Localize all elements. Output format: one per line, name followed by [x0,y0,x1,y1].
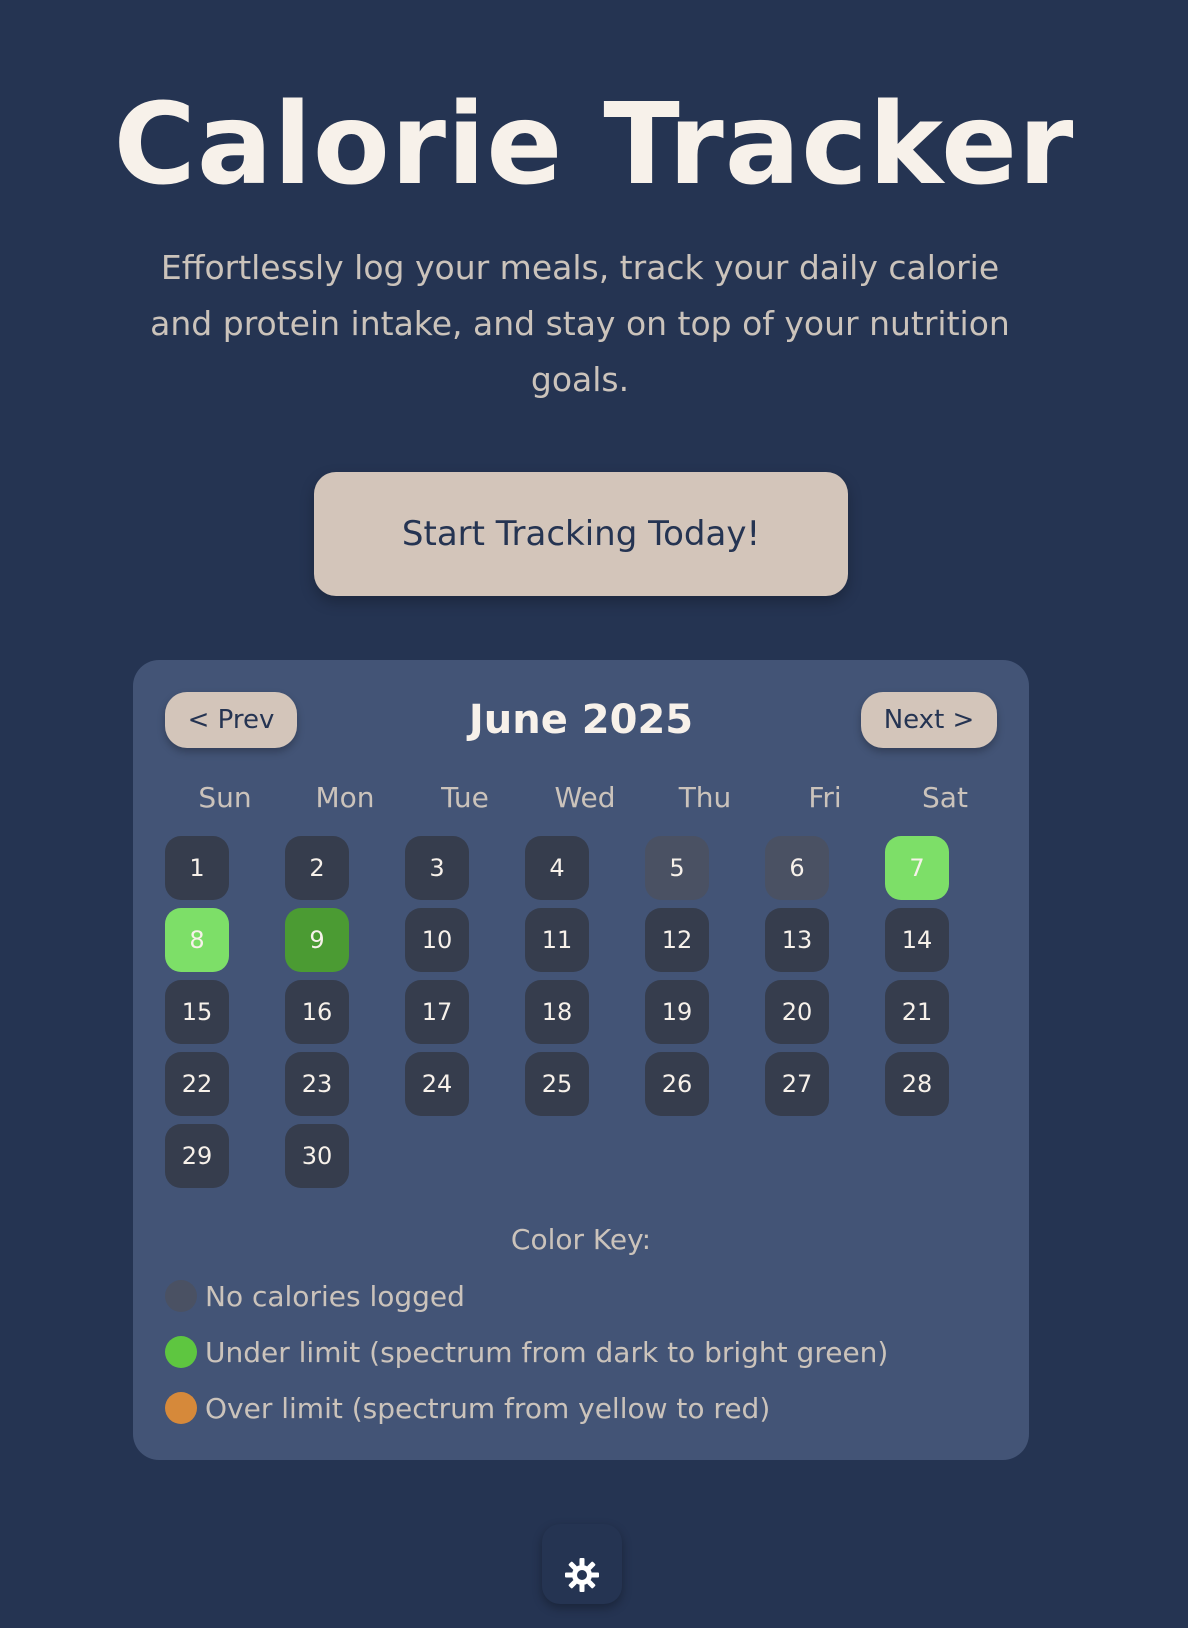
color-key-item: Under limit (spectrum from dark to brigh… [165,1332,888,1372]
legend-swatch-over-limit [165,1392,197,1424]
calendar-card: < Prev June 2025 Next > Sun Mon Tue Wed … [133,660,1029,1460]
calendar-day[interactable]: 11 [525,908,589,972]
calendar-day[interactable]: 2 [285,836,349,900]
weekday-thu: Thu [678,781,732,814]
calendar-day[interactable]: 4 [525,836,589,900]
calendar-day[interactable]: 18 [525,980,589,1044]
weekday-sat: Sat [922,781,968,814]
calendar-day[interactable]: 14 [885,908,949,972]
color-key-item: No calories logged [165,1276,465,1316]
hero-subtitle: Effortlessly log your meals, track your … [150,248,1010,399]
calendar-day[interactable]: 29 [165,1124,229,1188]
calendar-day[interactable]: 7 [885,836,949,900]
calendar-day[interactable]: 25 [525,1052,589,1116]
calendar-day[interactable]: 21 [885,980,949,1044]
calendar-day[interactable]: 16 [285,980,349,1044]
sun-icon [542,1557,622,1593]
legend-swatch-under-limit [165,1336,197,1368]
calendar-day[interactable]: 20 [765,980,829,1044]
weekday-tue: Tue [441,781,489,814]
calendar-day[interactable]: 9 [285,908,349,972]
calendar-day[interactable]: 30 [285,1124,349,1188]
calendar-day[interactable]: 27 [765,1052,829,1116]
calendar-day[interactable]: 17 [405,980,469,1044]
weekday-mon: Mon [315,781,375,814]
calendar-day[interactable]: 5 [645,836,709,900]
next-month-button[interactable]: Next > [861,692,997,748]
calendar-day[interactable]: 3 [405,836,469,900]
color-key-item: Over limit (spectrum from yellow to red) [165,1388,770,1428]
calendar-month-label: June 2025 [468,697,694,743]
calendar-day[interactable]: 28 [885,1052,949,1116]
weekday-sun: Sun [198,781,252,814]
calendar-day[interactable]: 26 [645,1052,709,1116]
calendar-day[interactable]: 13 [765,908,829,972]
color-key-title: Color Key: [510,1223,652,1256]
calendar-day[interactable]: 10 [405,908,469,972]
prev-month-button[interactable]: < Prev [165,692,297,748]
calendar-day[interactable]: 24 [405,1052,469,1116]
calendar-day[interactable]: 15 [165,980,229,1044]
calendar-day[interactable]: 23 [285,1052,349,1116]
legend-label: Under limit (spectrum from dark to brigh… [205,1335,889,1369]
calendar-day[interactable]: 22 [165,1052,229,1116]
weekday-wed: Wed [554,781,616,814]
calendar-day[interactable]: 12 [645,908,709,972]
calendar-day[interactable]: 19 [645,980,709,1044]
page-title: Calorie Tracker [113,80,1075,210]
weekday-fri: Fri [808,781,842,814]
legend-label: No calories logged [205,1279,465,1313]
start-tracking-button[interactable]: Start Tracking Today! [314,472,848,596]
weekday-header-row: Sun Mon Tue Wed Thu Fri Sat [165,778,1005,818]
theme-toggle-button[interactable] [542,1524,622,1604]
calendar-day[interactable]: 1 [165,836,229,900]
legend-label: Over limit (spectrum from yellow to red) [205,1391,771,1425]
calendar-day[interactable]: 6 [765,836,829,900]
legend-swatch-no-calories [165,1280,197,1312]
calendar-day[interactable]: 8 [165,908,229,972]
